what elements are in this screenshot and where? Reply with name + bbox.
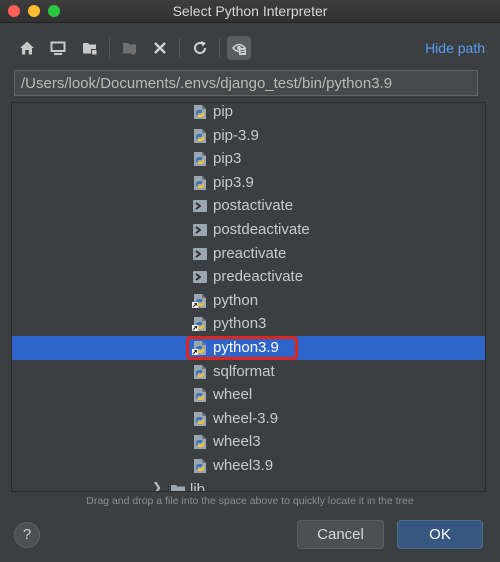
toolbar-separator (109, 38, 110, 58)
python-file-icon (192, 175, 208, 191)
tree-item-label: wheel3 (213, 433, 261, 451)
tree-item-label: predeactivate (213, 268, 304, 286)
python-file-icon (192, 434, 208, 450)
tree-item[interactable]: python (12, 289, 485, 313)
tree-item[interactable]: wheel3.9 (12, 454, 485, 478)
title-bar: Select Python Interpreter (0, 0, 500, 23)
tree-item-label: pip (213, 103, 234, 120)
tree-item-label: wheel3.9 (213, 457, 274, 474)
window-title: Select Python Interpreter (172, 3, 328, 19)
refresh-icon (194, 41, 207, 54)
tree-item[interactable]: preactivate (12, 242, 485, 266)
tree-item-label: python3.9 (213, 339, 279, 356)
tree-item[interactable]: python3.9 (12, 336, 485, 360)
python-file-icon (192, 151, 208, 167)
home-icon (20, 41, 34, 55)
refresh-button[interactable] (188, 36, 212, 60)
python-file-icon (192, 364, 208, 380)
tree-item-label: preactivate (213, 244, 287, 262)
desktop-button[interactable] (46, 36, 70, 60)
tree-item[interactable]: postactivate (12, 194, 485, 218)
toolbar: Hide path (12, 36, 488, 62)
shell-script-icon (192, 269, 208, 285)
tree-item-label: python3 (213, 315, 267, 333)
toolbar-separator (179, 38, 180, 58)
tree-item-label: wheel (213, 386, 253, 404)
cancel-button[interactable]: Cancel (297, 520, 384, 549)
home-button[interactable] (15, 36, 39, 60)
tree-item[interactable]: postdeactivate (12, 218, 485, 242)
drag-drop-hint: Drag and drop a file into the space abov… (86, 495, 414, 507)
tree-item-label: pip3 (213, 150, 242, 168)
tree-item[interactable]: pip3.9 (12, 171, 485, 195)
desktop-icon (50, 41, 66, 55)
python-link-icon (192, 340, 208, 356)
tree-item[interactable]: wheel3 (12, 430, 485, 454)
tree-item-label: sqlformat (213, 362, 275, 380)
hide-path-link[interactable]: Hide path (425, 40, 485, 56)
new-folder-button[interactable] (118, 36, 142, 60)
python-file-icon (192, 411, 208, 427)
tree-item-label: pip3.9 (213, 173, 254, 191)
python-link-icon (192, 293, 208, 309)
tree-item-label: pip-3.9 (213, 126, 259, 144)
help-button[interactable]: ? (14, 522, 40, 548)
shell-script-icon (192, 246, 208, 262)
tree-folder-label: lib (190, 480, 206, 492)
tree-item[interactable]: sqlformat (12, 360, 485, 384)
tree-item-label: postactivate (213, 197, 294, 215)
tree-folder-lib[interactable]: ❯ lib (12, 478, 485, 492)
tree-item[interactable]: pip (12, 103, 485, 124)
tree-item-label: postdeactivate (213, 221, 310, 238)
python-file-icon (192, 104, 208, 120)
tree-item[interactable]: wheel-3.9 (12, 407, 485, 431)
tree-item-label: python (213, 291, 259, 309)
python-file-icon (192, 387, 208, 403)
toolbar-separator (219, 38, 220, 58)
tree-item[interactable]: wheel (12, 383, 485, 407)
path-field[interactable] (14, 70, 478, 96)
show-hidden-files-button[interactable] (227, 36, 251, 60)
tree-item[interactable]: python3 (12, 312, 485, 336)
project-folder-icon (83, 43, 97, 55)
tree-item[interactable]: pip3 (12, 147, 485, 171)
shell-script-icon (192, 198, 208, 214)
file-tree[interactable]: pip pip-3.9 pip3 pip3.9 postactivate postdeac… (11, 102, 486, 492)
expand-arrow-icon[interactable]: ❯ (152, 480, 162, 491)
delete-icon (154, 42, 166, 54)
python-link-icon (192, 316, 208, 332)
tree-item-label: wheel-3.9 (213, 409, 279, 427)
ok-button[interactable]: OK (397, 520, 483, 549)
new-folder-icon (123, 43, 136, 55)
folder-icon (170, 482, 186, 491)
tree-item[interactable]: predeactivate (12, 265, 485, 289)
delete-button[interactable] (148, 36, 172, 60)
tree-item[interactable]: pip-3.9 (12, 124, 485, 148)
python-file-icon (192, 128, 208, 144)
python-file-icon (192, 458, 208, 474)
show-hidden-files-icon (231, 43, 247, 55)
project-folder-button[interactable] (78, 36, 102, 60)
shell-script-icon (192, 222, 208, 238)
